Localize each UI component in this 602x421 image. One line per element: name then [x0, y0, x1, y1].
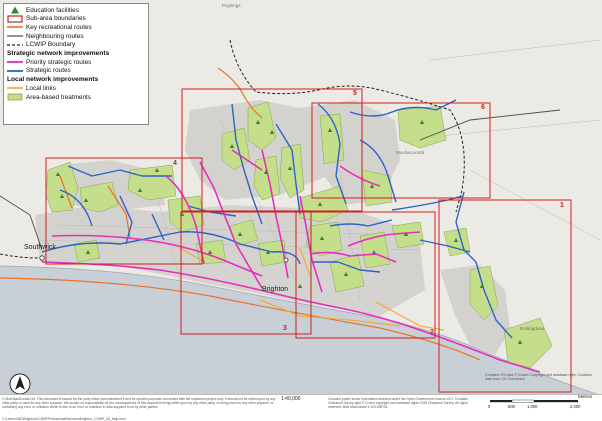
scale-tick-label: 500 [508, 404, 516, 409]
legend-label: Strategic routes [26, 67, 71, 75]
legend-item-local-links: Local links [7, 84, 145, 93]
sub-area-4-label: 4 [173, 160, 177, 167]
legend-label: Education facilities [26, 6, 79, 14]
sub-area-1-label: 1 [560, 202, 564, 209]
map-legend: Education facilities Sub-area boundaries… [3, 3, 149, 125]
place-label-brighton: Brighton [262, 286, 289, 293]
legend-item-education: Education facilities [7, 6, 145, 15]
education-triangle-icon [11, 6, 19, 14]
legend-heading-strategic: Strategic network improvements [7, 49, 110, 57]
station-marker [39, 255, 45, 261]
local-line-icon [7, 87, 23, 90]
licence-text: Contains public sector information licen… [328, 397, 468, 409]
legend-label: Sub-area boundaries [26, 15, 86, 23]
area-treatment-icon [7, 93, 23, 101]
place-label-rottingdean: Rottingdean [520, 326, 545, 331]
north-arrow-icon [9, 373, 31, 395]
place-label-southwick: Southwick [24, 244, 56, 251]
place-label-moulsecoomb: Moulsecoomb [396, 150, 425, 155]
legend-label: Local links [26, 84, 56, 92]
legend-item-priority: Priority strategic routes [7, 58, 145, 67]
legend-item-area-based: Area-based treatments [7, 93, 145, 102]
scale-unit-label: Metres [578, 394, 593, 399]
sub-area-5-label: 5 [353, 90, 357, 97]
legend-label: Area-based treatments [26, 93, 92, 101]
scale-bar: Metres 0 500 1,000 2,000 [488, 394, 593, 409]
scale-tick-label: 2,000 [570, 404, 581, 409]
boundary-dashed-icon [7, 44, 23, 46]
map-frame: Southwick Brighton Poynings Rottingdean … [0, 0, 602, 421]
sub-area-3-label: 3 [283, 325, 287, 332]
map-copyright: Contains OS data © Crown Copyright and d… [485, 373, 592, 382]
legend-item-lcwip-boundary: LCWIP Boundary [7, 40, 145, 49]
disclaimer-text: © Mott MacDonald Ltd. This document is i… [2, 397, 276, 409]
scale-tick-label: 1,000 [527, 404, 538, 409]
legend-item-neighbouring: Neighbouring routes [7, 32, 145, 41]
place-label-poynings: Poynings [222, 3, 241, 8]
strategic-line-icon [7, 69, 23, 72]
file-path-text: C:\Users\CBE\Brighton\LCWIP\Professional… [2, 417, 126, 421]
legend-item-strategic: Strategic routes [7, 67, 145, 76]
scale-tick-label: 0 [488, 404, 491, 409]
legend-label: Neighbouring routes [26, 32, 84, 40]
legend-label: Key recreational routes [26, 23, 92, 31]
scale-ratio: 1:40,000 [281, 396, 301, 402]
legend-label: Priority strategic routes [26, 58, 92, 66]
legend-label: LCWIP Boundary [26, 41, 76, 49]
sub-area-2-label: 2 [430, 329, 434, 336]
station-marker [283, 257, 289, 263]
priority-line-icon [7, 61, 23, 64]
sub-area-box-icon [7, 15, 23, 23]
legend-heading-local: Local network improvements [7, 76, 99, 84]
neighbouring-line-icon [7, 35, 23, 37]
recreational-line-icon [7, 26, 23, 29]
legend-item-recreational: Key recreational routes [7, 23, 145, 32]
sub-area-6-label: 6 [481, 104, 485, 111]
legend-item-sub-area: Sub-area boundaries [7, 15, 145, 24]
